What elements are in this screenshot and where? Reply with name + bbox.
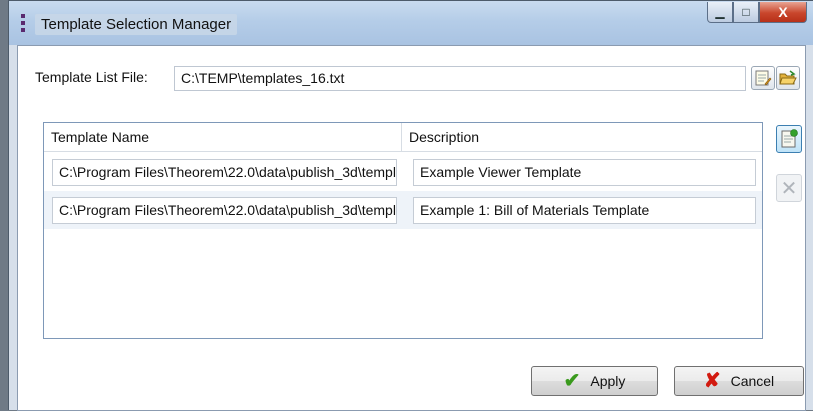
template-name-cell[interactable]: C:\Program Files\Theorem\22.0\data\publi… — [52, 197, 397, 224]
cancel-button-label: Cancel — [730, 373, 775, 389]
checkmark-icon: ✔ — [563, 370, 581, 392]
description-cell[interactable]: Example 1: Bill of Materials Template — [413, 197, 756, 224]
notepad-edit-icon — [755, 70, 772, 86]
table-header: Template Name Description — [44, 123, 762, 152]
close-button[interactable]: X — [759, 2, 807, 23]
maximize-button[interactable]: □ — [733, 2, 759, 23]
remove-template-button[interactable]: ✕ — [776, 174, 802, 202]
apply-button[interactable]: ✔ Apply — [531, 366, 658, 396]
templates-table: Template Name Description C:\Program Fil… — [43, 122, 763, 339]
app-icon — [21, 14, 25, 32]
minimize-button[interactable]: ▁ — [707, 2, 733, 23]
add-row-icon — [781, 129, 798, 148]
template-list-file-label: Template List File: — [35, 69, 148, 85]
dialog-content: Template List File: C:\TEMP\templates_16… — [17, 45, 806, 411]
open-file-button[interactable] — [776, 66, 800, 90]
edit-file-button[interactable] — [751, 66, 775, 90]
window-title: Template Selection Manager — [35, 14, 238, 35]
description-cell[interactable]: Example Viewer Template — [413, 159, 756, 186]
column-header-template-name[interactable]: Template Name — [44, 123, 402, 151]
table-row[interactable]: C:\Program Files\Theorem\22.0\data\publi… — [44, 191, 762, 229]
title-bar[interactable]: Template Selection Manager ▁ □ X — [9, 1, 813, 45]
add-template-button[interactable] — [776, 125, 802, 153]
apply-button-label: Apply — [590, 373, 626, 389]
dialog-window: Template Selection Manager ▁ □ X Templat… — [8, 0, 813, 411]
template-list-file-input[interactable]: C:\TEMP\templates_16.txt — [174, 66, 746, 91]
folder-open-icon — [779, 70, 797, 85]
x-icon: ✘ — [703, 370, 721, 392]
caption-buttons: ▁ □ X — [707, 2, 807, 26]
column-header-description[interactable]: Description — [402, 123, 762, 151]
template-name-cell[interactable]: C:\Program Files\Theorem\22.0\data\publi… — [52, 159, 397, 186]
table-row[interactable]: C:\Program Files\Theorem\22.0\data\publi… — [44, 153, 762, 191]
cancel-button[interactable]: ✘ Cancel — [674, 366, 804, 396]
remove-icon: ✕ — [780, 177, 798, 200]
